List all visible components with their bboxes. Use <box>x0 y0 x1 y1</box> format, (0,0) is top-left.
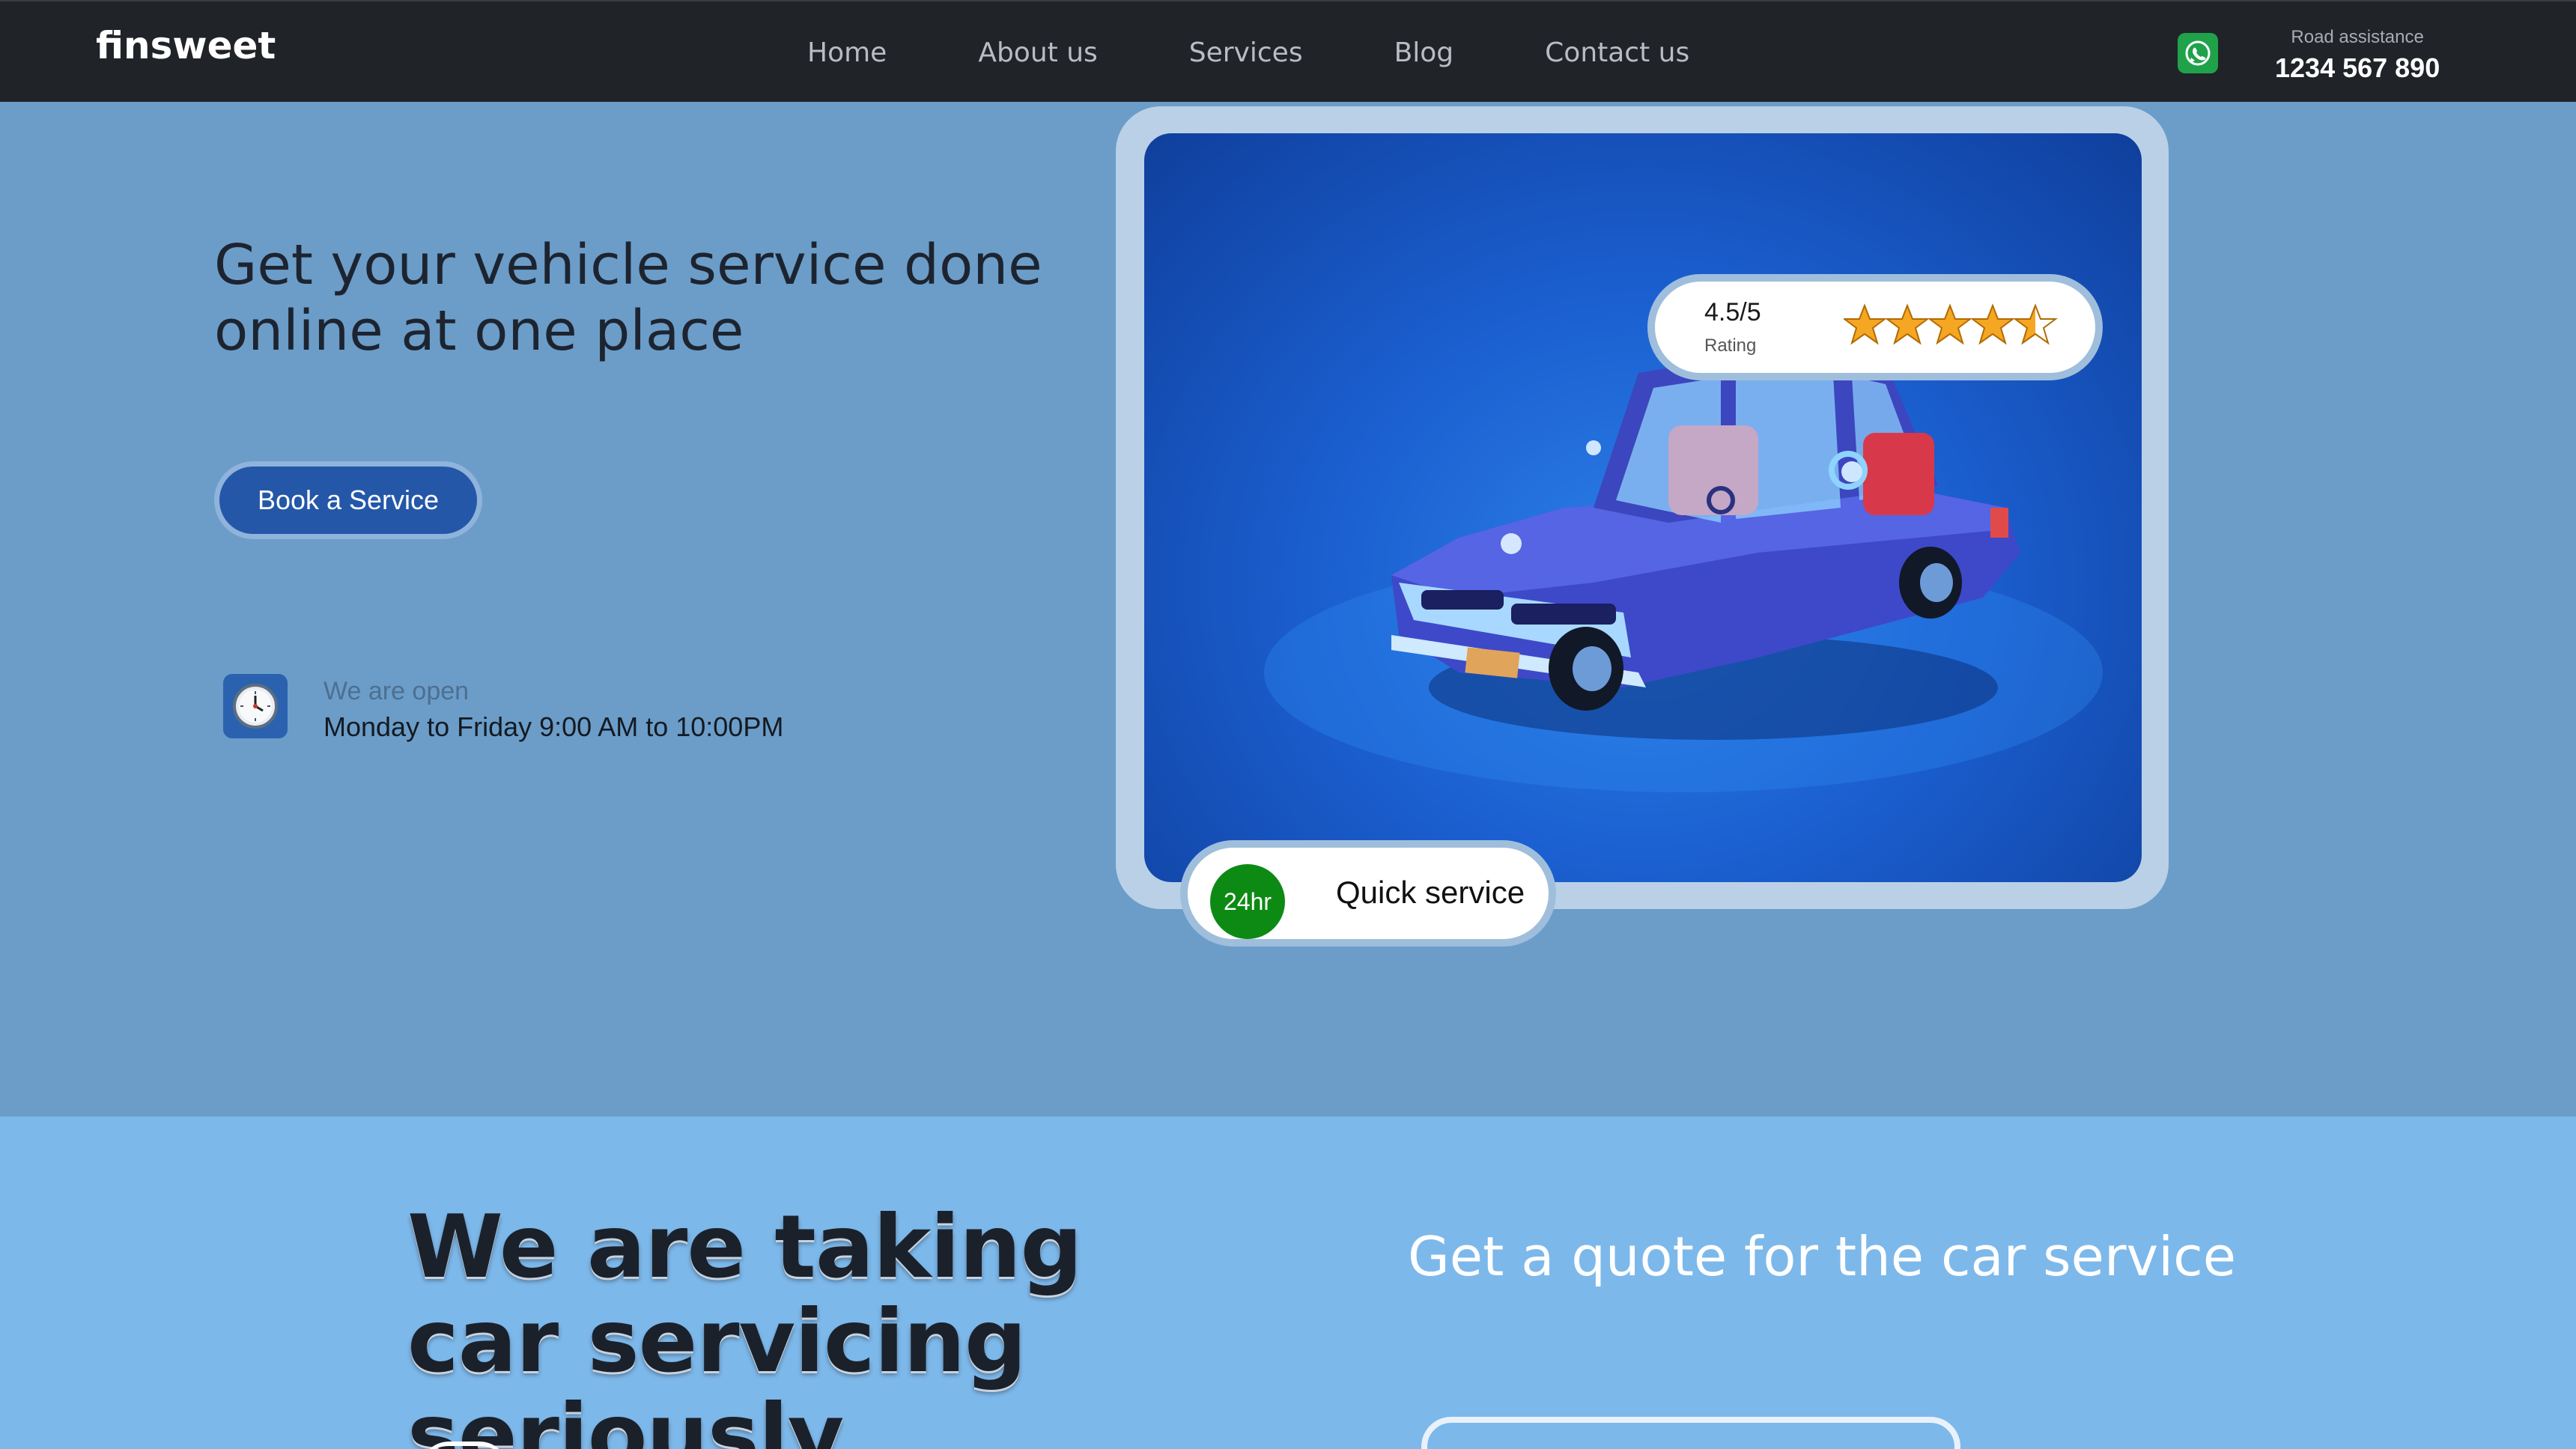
book-service-button[interactable]: Book a Service <box>214 461 482 539</box>
nav-link-blog[interactable]: Blog <box>1394 37 1454 68</box>
quote-title: Get a quote for the car service <box>1408 1225 2237 1288</box>
road-assistance: Road assistance 1234 567 890 <box>2275 27 2440 84</box>
clock-icon <box>223 674 288 738</box>
road-assistance-label: Road assistance <box>2291 27 2424 47</box>
section-title: We are taking car servicing seriously <box>407 1197 1083 1449</box>
rating-label: Rating <box>1704 335 1757 356</box>
24hr-badge: 24hr <box>1210 864 1285 939</box>
nav-link-services[interactable]: Services <box>1189 37 1303 68</box>
open-label: We are open <box>323 677 470 705</box>
quote-form-field[interactable] <box>1421 1417 1960 1449</box>
about-section: We are taking car servicing seriously Ge… <box>0 1117 2576 1449</box>
road-assistance-phone[interactable]: 1234 567 890 <box>2275 52 2440 84</box>
quick-service-text: Quick service <box>1336 875 1525 910</box>
rating-stars <box>1844 303 2058 345</box>
nav-link-contact[interactable]: Contact us <box>1545 37 1689 68</box>
nav-links: Home About us Services Blog Contact us <box>807 1 1689 103</box>
hero-title: Get your vehicle service done online at … <box>214 233 1042 363</box>
open-hours: Monday to Friday 9:00 AM to 10:00PM <box>323 711 784 742</box>
top-navbar: finsweet Home About us Services Blog Con… <box>0 0 2576 102</box>
whatsapp-icon[interactable] <box>2178 33 2218 73</box>
logo[interactable]: finsweet <box>96 24 276 67</box>
quick-service-card: 24hr Quick service <box>1180 840 1556 947</box>
nav-link-about[interactable]: About us <box>978 37 1097 68</box>
star-icon <box>1844 303 2058 345</box>
rating-card: 4.5/5 Rating <box>1647 274 2103 380</box>
rating-value: 4.5/5 <box>1704 298 1761 326</box>
car-image <box>1144 133 2142 882</box>
nav-link-home[interactable]: Home <box>807 37 887 68</box>
